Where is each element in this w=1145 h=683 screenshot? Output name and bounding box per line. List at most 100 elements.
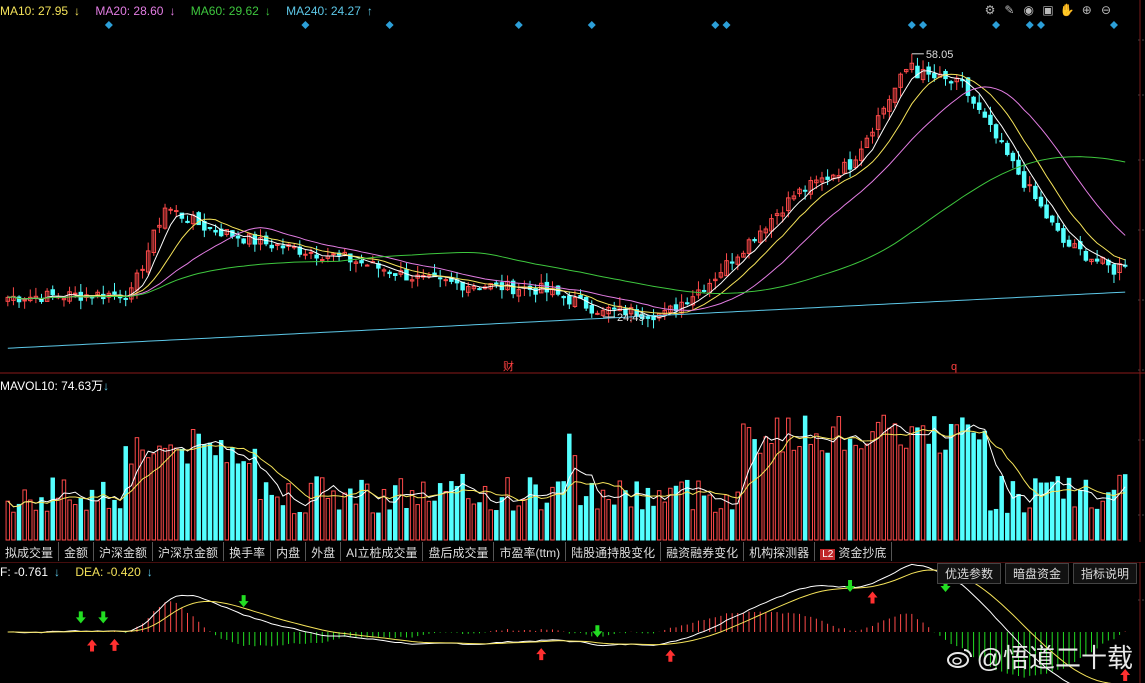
volume-bar [314, 476, 319, 541]
volume-bar [1038, 482, 1044, 541]
tab-hsj-amount[interactable]: 沪深京金额 [153, 542, 225, 561]
candle-body [331, 253, 336, 256]
zoom-in-icon[interactable]: ⊕ [1079, 3, 1095, 17]
volume-bar [909, 426, 915, 541]
volume-bar [982, 430, 988, 541]
volume-bar [814, 433, 819, 541]
candle-body [320, 259, 325, 262]
volume-bar [1021, 512, 1027, 541]
tab-simulated-volume[interactable]: 拟成交量 [0, 542, 60, 561]
volume-bar [421, 481, 426, 541]
tab-northbound-holding[interactable]: 陆股通持股变化 [566, 542, 662, 561]
volume-bar [943, 449, 948, 541]
volume-bar [859, 448, 864, 541]
tab-margin-change[interactable]: 融资融券变化 [661, 542, 745, 561]
signal-diamond [1036, 21, 1045, 29]
signal-diamond [1109, 21, 1118, 29]
volume-bar [701, 495, 707, 541]
volume-bar [589, 482, 595, 541]
volume-bar [1005, 512, 1010, 541]
zoom-out-icon[interactable]: ⊖ [1098, 3, 1114, 17]
volume-bar [1078, 489, 1083, 541]
volume-bar [123, 446, 128, 541]
candle-body [112, 291, 117, 295]
ma-legend: MA10: 27.95 ↓ MA20: 28.60 ↓ MA60: 29.62 ↓ M… [0, 4, 385, 18]
volume-bar [729, 509, 735, 541]
ma20-legend: MA20: 28.60 ↓ [95, 4, 176, 18]
candle-body [1044, 204, 1049, 219]
tab-hs-amount[interactable]: 沪深金额 [94, 542, 154, 561]
tab-ai-volume[interactable]: AI立桩成交量 [341, 542, 424, 561]
volume-bar [353, 503, 359, 541]
sell-arrow-icon [75, 611, 86, 624]
signal-diamond [919, 21, 928, 29]
volume-bar [696, 480, 701, 541]
candle-body [1061, 228, 1066, 243]
eye-icon[interactable]: ◉ [1021, 3, 1037, 17]
volume-bar [213, 455, 218, 541]
volume-bar [50, 477, 55, 541]
volume-bar [774, 417, 780, 541]
signal-diamond [711, 21, 720, 29]
volume-bar [61, 479, 67, 541]
volume-bar [988, 510, 993, 541]
candle-body [1021, 171, 1027, 188]
candle-body [22, 299, 27, 302]
volume-bar [263, 482, 269, 541]
gear-icon[interactable]: ⚙ [982, 3, 998, 17]
ma20-line [7, 86, 1126, 311]
volume-bar [965, 424, 971, 541]
pen-icon[interactable]: ✎ [1001, 3, 1017, 17]
volume-bar [280, 505, 286, 541]
tab-fund-bottom[interactable]: L2 资金抄底 [815, 542, 893, 561]
volume-bar [336, 509, 342, 541]
tab-outer[interactable]: 外盘 [306, 542, 342, 561]
volume-bar [112, 499, 117, 541]
tab-pe-ttm[interactable]: 市盈率(ttm) [494, 542, 567, 561]
chart-toolbar: ⚙ ✎ ◉ ▣ ✋ ⊕ ⊖ [982, 3, 1114, 17]
buy-arrow-icon [87, 639, 98, 652]
dark-pool-button[interactable]: 暗盘资金 [1004, 563, 1069, 584]
candle-body [494, 282, 499, 285]
volume-bar [842, 449, 847, 541]
tab-institution-detector[interactable]: 机构探测器 [744, 542, 816, 561]
candle-body [544, 281, 550, 293]
volume-bar [325, 497, 331, 541]
financial-report-marker: 财 [503, 359, 514, 373]
candle-body [241, 238, 246, 244]
candle-body [595, 312, 600, 315]
low-price-label: 24.49 [617, 312, 645, 324]
indicator-help-button[interactable]: 指标说明 [1072, 563, 1137, 584]
volume-bar [84, 509, 89, 541]
tab-amount[interactable]: 金额 [59, 542, 95, 561]
tab-after-hours-volume[interactable]: 盘后成交量 [423, 542, 495, 561]
tab-turnover[interactable]: 换手率 [224, 542, 272, 561]
optimal-params-button[interactable]: 优选参数 [936, 563, 1001, 584]
candle-body [393, 273, 398, 276]
volume-bar [235, 463, 241, 541]
volume-bar [320, 477, 325, 541]
volume-bar [207, 442, 213, 541]
volume-bar [948, 423, 954, 541]
candle-body [752, 239, 757, 242]
volume-bar [1072, 506, 1077, 541]
volume-bar [932, 416, 937, 541]
volume-bar [196, 433, 201, 541]
ma240-legend: MA240: 24.27 ↑ [286, 4, 373, 18]
volume-bar [617, 480, 623, 541]
volume-bar [415, 504, 420, 541]
candle-body [999, 140, 1004, 143]
volume-bar [1016, 493, 1021, 541]
signal-diamond [104, 21, 113, 29]
tab-inner[interactable]: 内盘 [271, 542, 307, 561]
candle-body [314, 254, 319, 259]
volume-bar [1089, 507, 1094, 541]
briefcase-icon[interactable]: ▣ [1040, 3, 1056, 17]
volume-bar [1066, 477, 1072, 541]
candle-body [168, 208, 173, 211]
volume-bar [39, 497, 44, 541]
candle-body [847, 159, 853, 170]
sell-arrow-icon [592, 625, 603, 638]
hand-icon[interactable]: ✋ [1059, 3, 1075, 17]
volume-bar [78, 498, 84, 541]
